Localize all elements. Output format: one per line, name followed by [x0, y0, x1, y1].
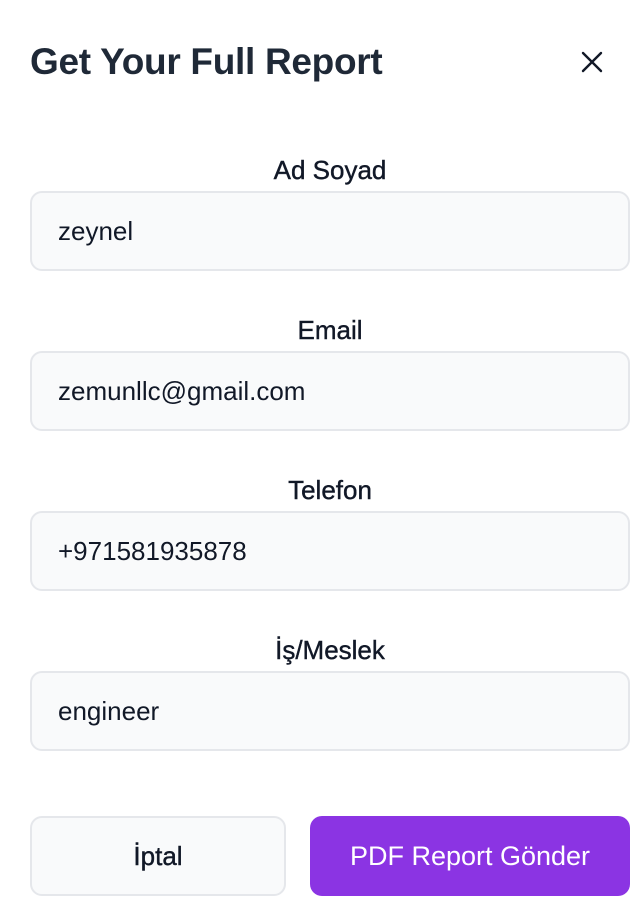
- modal-title: Get Your Full Report: [30, 41, 383, 82]
- phone-input[interactable]: [30, 511, 630, 591]
- occupation-label: İş/Meslek: [275, 635, 385, 665]
- occupation-input[interactable]: [30, 671, 630, 751]
- report-modal: Get Your Full Report Ad Soyad Email Tele…: [0, 0, 640, 912]
- field-full-name: Ad Soyad: [30, 153, 630, 271]
- field-phone: Telefon: [30, 473, 630, 591]
- close-button[interactable]: [574, 44, 610, 80]
- full-name-label: Ad Soyad: [273, 155, 387, 185]
- full-name-input[interactable]: [30, 191, 630, 271]
- email-label: Email: [297, 315, 363, 345]
- send-pdf-report-button[interactable]: PDF Report Gönder: [310, 816, 630, 896]
- email-input[interactable]: [30, 351, 630, 431]
- phone-label: Telefon: [288, 475, 372, 505]
- field-email: Email: [30, 313, 630, 431]
- close-icon: [581, 51, 603, 73]
- modal-header: Get Your Full Report: [30, 38, 610, 86]
- field-occupation: İş/Meslek: [30, 633, 630, 751]
- modal-actions: İptal PDF Report Gönder: [30, 816, 630, 896]
- cancel-button[interactable]: İptal: [30, 816, 286, 896]
